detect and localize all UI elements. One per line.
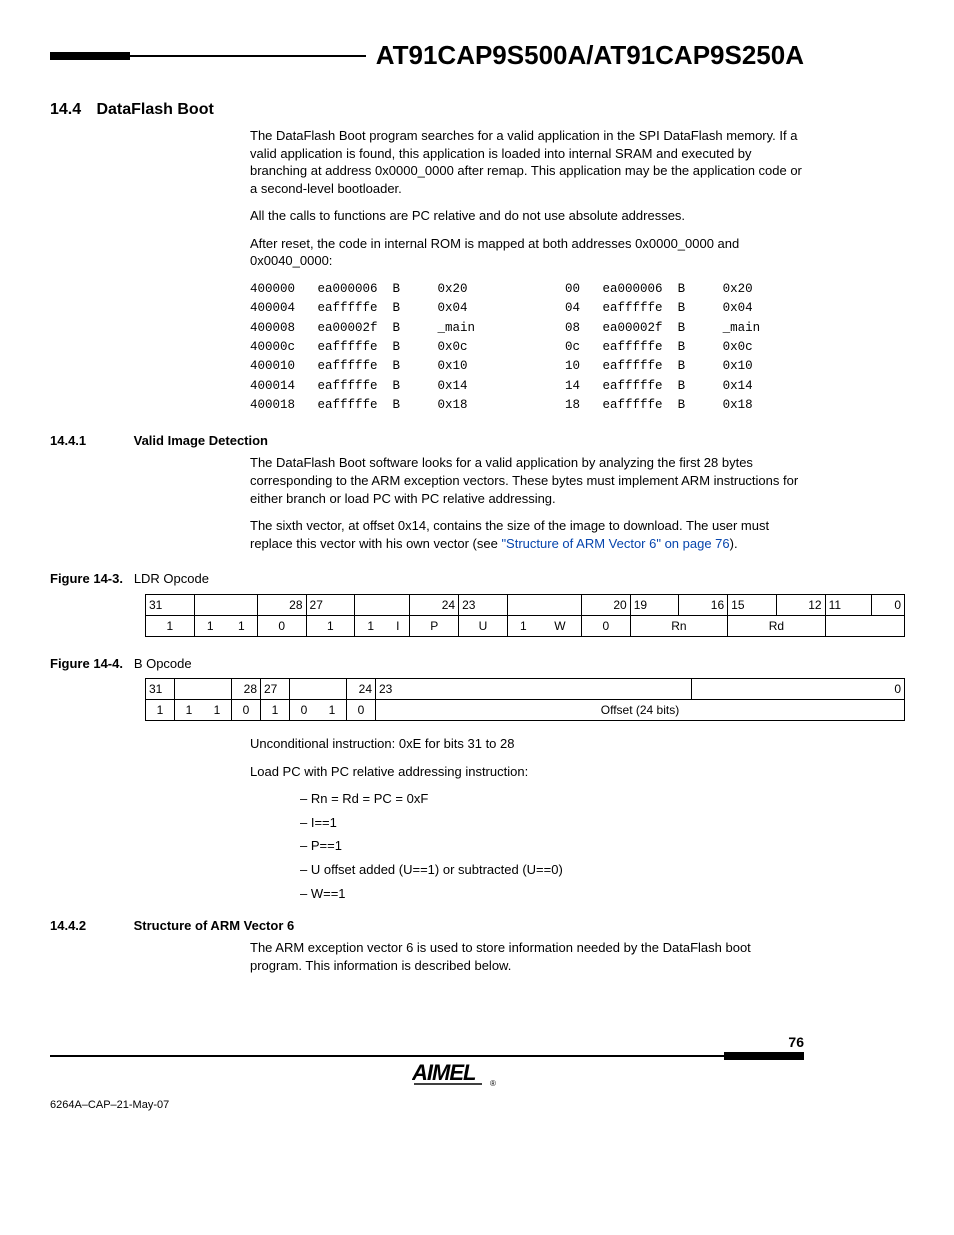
paragraph: All the calls to functions are PC relati… <box>250 207 804 225</box>
bit-value: 0 <box>581 615 630 636</box>
bit-value: 0 <box>257 615 306 636</box>
bit-label: 23 <box>459 594 508 615</box>
bit-label: 27 <box>306 594 355 615</box>
figure-label: Figure 14-4. <box>50 656 123 671</box>
bit-label: 24 <box>347 679 376 700</box>
paragraph: Load PC with PC relative addressing inst… <box>250 763 804 781</box>
bit-value: 1 <box>261 700 290 721</box>
list-item: – U offset added (U==1) or subtracted (U… <box>300 861 804 879</box>
code-column-left: 400000 ea000006 B 0x20 400004 eafffffe B… <box>250 280 475 416</box>
logo-icon: AIMEL ® <box>412 1058 502 1088</box>
bitfield-table-b: 31 28 27 24 23 0 1 1 1 0 1 0 1 0 Offset … <box>145 678 905 721</box>
bit-label: 31 <box>146 679 175 700</box>
bit-label: 19 <box>630 594 679 615</box>
bullet-list: – Rn = Rd = PC = 0xF – I==1 – P==1 – U o… <box>300 790 804 902</box>
figure-label: Figure 14-3. <box>50 571 123 586</box>
text-run: ). <box>730 536 738 551</box>
paragraph: The DataFlash Boot program searches for … <box>250 127 804 197</box>
list-item: – I==1 <box>300 814 804 832</box>
bitfield-table-ldr: 31 28 27 24 23 20 19 16 15 12 11 0 1 1 1… <box>145 594 905 637</box>
svg-text:AIMEL: AIMEL <box>412 1060 476 1085</box>
code-column-right: 00 ea000006 B 0x20 04 eafffffe B 0x04 08… <box>565 280 760 416</box>
atmel-logo: AIMEL ® <box>412 1058 502 1091</box>
figure-caption: Figure 14-3. LDR Opcode <box>50 570 804 588</box>
bit-value: 1 <box>146 615 195 636</box>
bit-label: 20 <box>581 594 630 615</box>
rule-thick <box>50 52 130 60</box>
paragraph: The sixth vector, at offset 0x14, contai… <box>250 517 804 552</box>
bit-value: 1 <box>175 700 204 721</box>
bit-value: 0 <box>232 700 261 721</box>
rule-thin <box>130 55 366 57</box>
bit-value: 1 <box>146 700 175 721</box>
bit-value: I <box>386 615 410 636</box>
list-item: – Rn = Rd = PC = 0xF <box>300 790 804 808</box>
document-title: AT91CAP9S500A/AT91CAP9S250A <box>376 40 804 71</box>
paragraph: Unconditional instruction: 0xE for bits … <box>250 735 804 753</box>
svg-text:®: ® <box>490 1079 496 1088</box>
bit-value: 0 <box>347 700 376 721</box>
bit-field: Rn <box>630 615 727 636</box>
subsection-heading: 14.4.1 Valid Image Detection <box>50 433 804 448</box>
figure-title: LDR Opcode <box>134 571 209 586</box>
bit-value: 1 <box>306 615 355 636</box>
section-number: 14.4 <box>50 101 92 119</box>
page-footer: 76 6264A–CAP–21-May-07 AIMEL ® <box>50 1034 804 1097</box>
bit-label: 28 <box>232 679 261 700</box>
bit-label: 27 <box>261 679 290 700</box>
bit-label: 0 <box>872 594 905 615</box>
rule-thin <box>50 1055 724 1057</box>
bit-label: 16 <box>679 594 728 615</box>
table-row: 31 28 27 24 23 20 19 16 15 12 11 0 <box>146 594 905 615</box>
section-title: DataFlash Boot <box>96 101 213 118</box>
bit-value: 1 <box>318 700 347 721</box>
bit-label: 24 <box>410 594 459 615</box>
bit-label: 31 <box>146 594 195 615</box>
subsection-title: Valid Image Detection <box>134 433 268 448</box>
bit-field <box>825 615 904 636</box>
table-row: 1 1 1 0 1 1 I P U 1 W 0 Rn Rd <box>146 615 905 636</box>
bit-field: Rd <box>728 615 825 636</box>
section-heading: 14.4 DataFlash Boot <box>50 101 804 119</box>
subsection-number: 14.4.1 <box>50 433 130 448</box>
bit-value: 1 <box>226 615 258 636</box>
bit-label: 23 <box>376 679 692 700</box>
bit-value: 1 <box>194 615 226 636</box>
bit-label: 12 <box>776 594 825 615</box>
bit-value: 1 <box>203 700 232 721</box>
header-rule: AT91CAP9S500A/AT91CAP9S250A <box>50 40 804 71</box>
bit-value: W <box>539 615 582 636</box>
subsection-heading: 14.4.2 Structure of ARM Vector 6 <box>50 918 804 933</box>
code-listing: 400000 ea000006 B 0x20 400004 eafffffe B… <box>250 280 804 416</box>
bit-value: U <box>459 615 508 636</box>
footer-doc-id: 6264A–CAP–21-May-07 <box>50 1099 169 1111</box>
bit-value: 0 <box>290 700 319 721</box>
paragraph: The ARM exception vector 6 is used to st… <box>250 939 804 974</box>
subsection-number: 14.4.2 <box>50 918 130 933</box>
bit-label: 15 <box>728 594 777 615</box>
bit-field: Offset (24 bits) <box>376 700 905 721</box>
bit-label: 11 <box>825 594 872 615</box>
list-item: – W==1 <box>300 885 804 903</box>
table-row: 1 1 1 0 1 0 1 0 Offset (24 bits) <box>146 700 905 721</box>
bit-label: 0 <box>692 679 905 700</box>
page-number: 76 <box>788 1034 804 1050</box>
subsection-title: Structure of ARM Vector 6 <box>134 918 295 933</box>
cross-reference-link[interactable]: "Structure of ARM Vector 6" on page 76 <box>501 536 729 551</box>
bit-value: 1 <box>507 615 539 636</box>
bit-value: 1 <box>355 615 387 636</box>
paragraph: After reset, the code in internal ROM is… <box>250 235 804 270</box>
paragraph: The DataFlash Boot software looks for a … <box>250 454 804 507</box>
list-item: – P==1 <box>300 837 804 855</box>
rule-thick <box>724 1052 804 1060</box>
table-row: 31 28 27 24 23 0 <box>146 679 905 700</box>
bit-label: 28 <box>257 594 306 615</box>
figure-title: B Opcode <box>134 656 192 671</box>
bit-value: P <box>410 615 459 636</box>
figure-caption: Figure 14-4. B Opcode <box>50 655 804 673</box>
